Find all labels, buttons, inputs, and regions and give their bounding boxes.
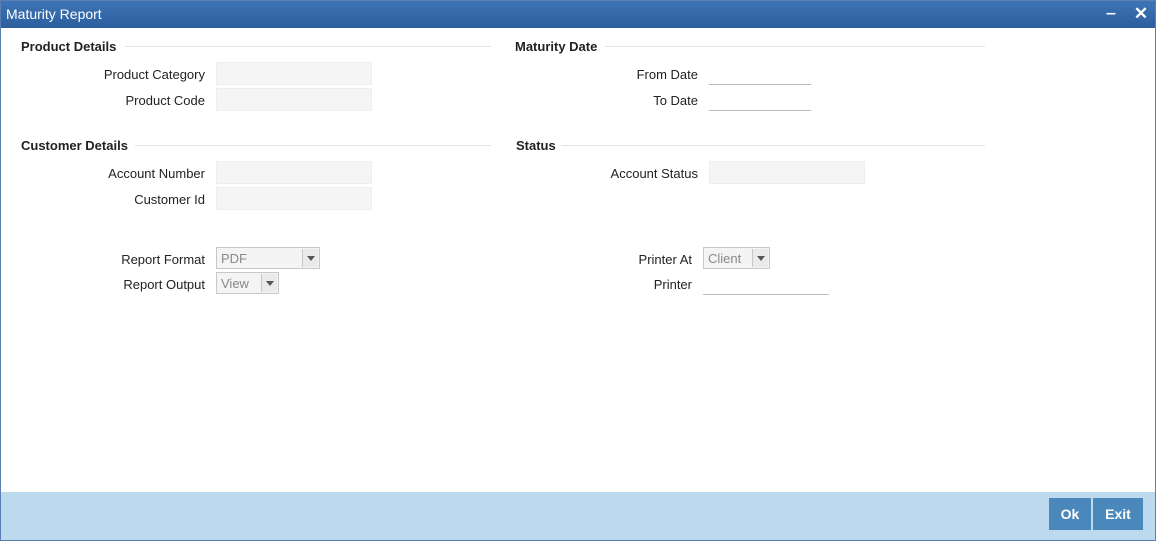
report-output-label: Report Output	[123, 277, 205, 292]
to-date-label: To Date	[653, 93, 698, 108]
status-divider	[561, 145, 985, 146]
product-code-label: Product Code	[125, 93, 206, 108]
product-category-field[interactable]	[216, 62, 372, 85]
customer-id-label: Customer Id	[134, 192, 205, 207]
account-status-label: Account Status	[610, 166, 698, 181]
chevron-down-icon[interactable]	[752, 249, 768, 267]
printer-at-value: Client	[708, 251, 742, 266]
customer-id-field[interactable]	[216, 187, 372, 210]
chevron-down-icon[interactable]	[261, 274, 277, 292]
window-title: Maturity Report	[6, 6, 102, 22]
close-icon[interactable]: ✕	[1131, 4, 1151, 24]
customer-details-heading: Customer Details	[21, 138, 128, 153]
from-date-label: From Date	[636, 67, 698, 82]
from-date-field[interactable]	[709, 61, 811, 85]
report-format-label: Report Format	[121, 252, 205, 267]
printer-at-label: Printer At	[638, 252, 692, 267]
maturity-report-window: Maturity Report ‒ ✕ Product Details Prod…	[0, 0, 1156, 541]
account-status-field[interactable]	[709, 161, 865, 184]
maturity-date-heading: Maturity Date	[515, 39, 598, 54]
report-format-select[interactable]: PDF	[216, 247, 320, 269]
title-bar[interactable]: Maturity Report ‒ ✕	[1, 1, 1155, 28]
exit-button[interactable]: Exit	[1093, 498, 1143, 530]
chevron-down-icon[interactable]	[302, 249, 318, 267]
printer-at-select[interactable]: Client	[703, 247, 770, 269]
product-code-field[interactable]	[216, 88, 372, 111]
minimize-icon[interactable]: ‒	[1101, 4, 1121, 24]
product-category-label: Product Category	[103, 67, 205, 82]
customer-details-divider	[135, 145, 491, 146]
printer-field[interactable]	[703, 271, 829, 295]
report-format-value: PDF	[221, 251, 247, 266]
printer-label: Printer	[653, 277, 692, 292]
report-output-value: View	[221, 276, 249, 291]
account-number-field[interactable]	[216, 161, 372, 184]
product-details-heading: Product Details	[21, 39, 117, 54]
to-date-field[interactable]	[709, 87, 811, 111]
product-details-divider	[125, 46, 491, 47]
account-number-label: Account Number	[108, 166, 205, 181]
ok-button[interactable]: Ok	[1049, 498, 1091, 530]
maturity-date-divider	[605, 46, 985, 47]
footer-bar: Ok Exit	[1, 492, 1155, 540]
status-heading: Status	[516, 138, 556, 153]
report-output-select[interactable]: View	[216, 272, 279, 294]
